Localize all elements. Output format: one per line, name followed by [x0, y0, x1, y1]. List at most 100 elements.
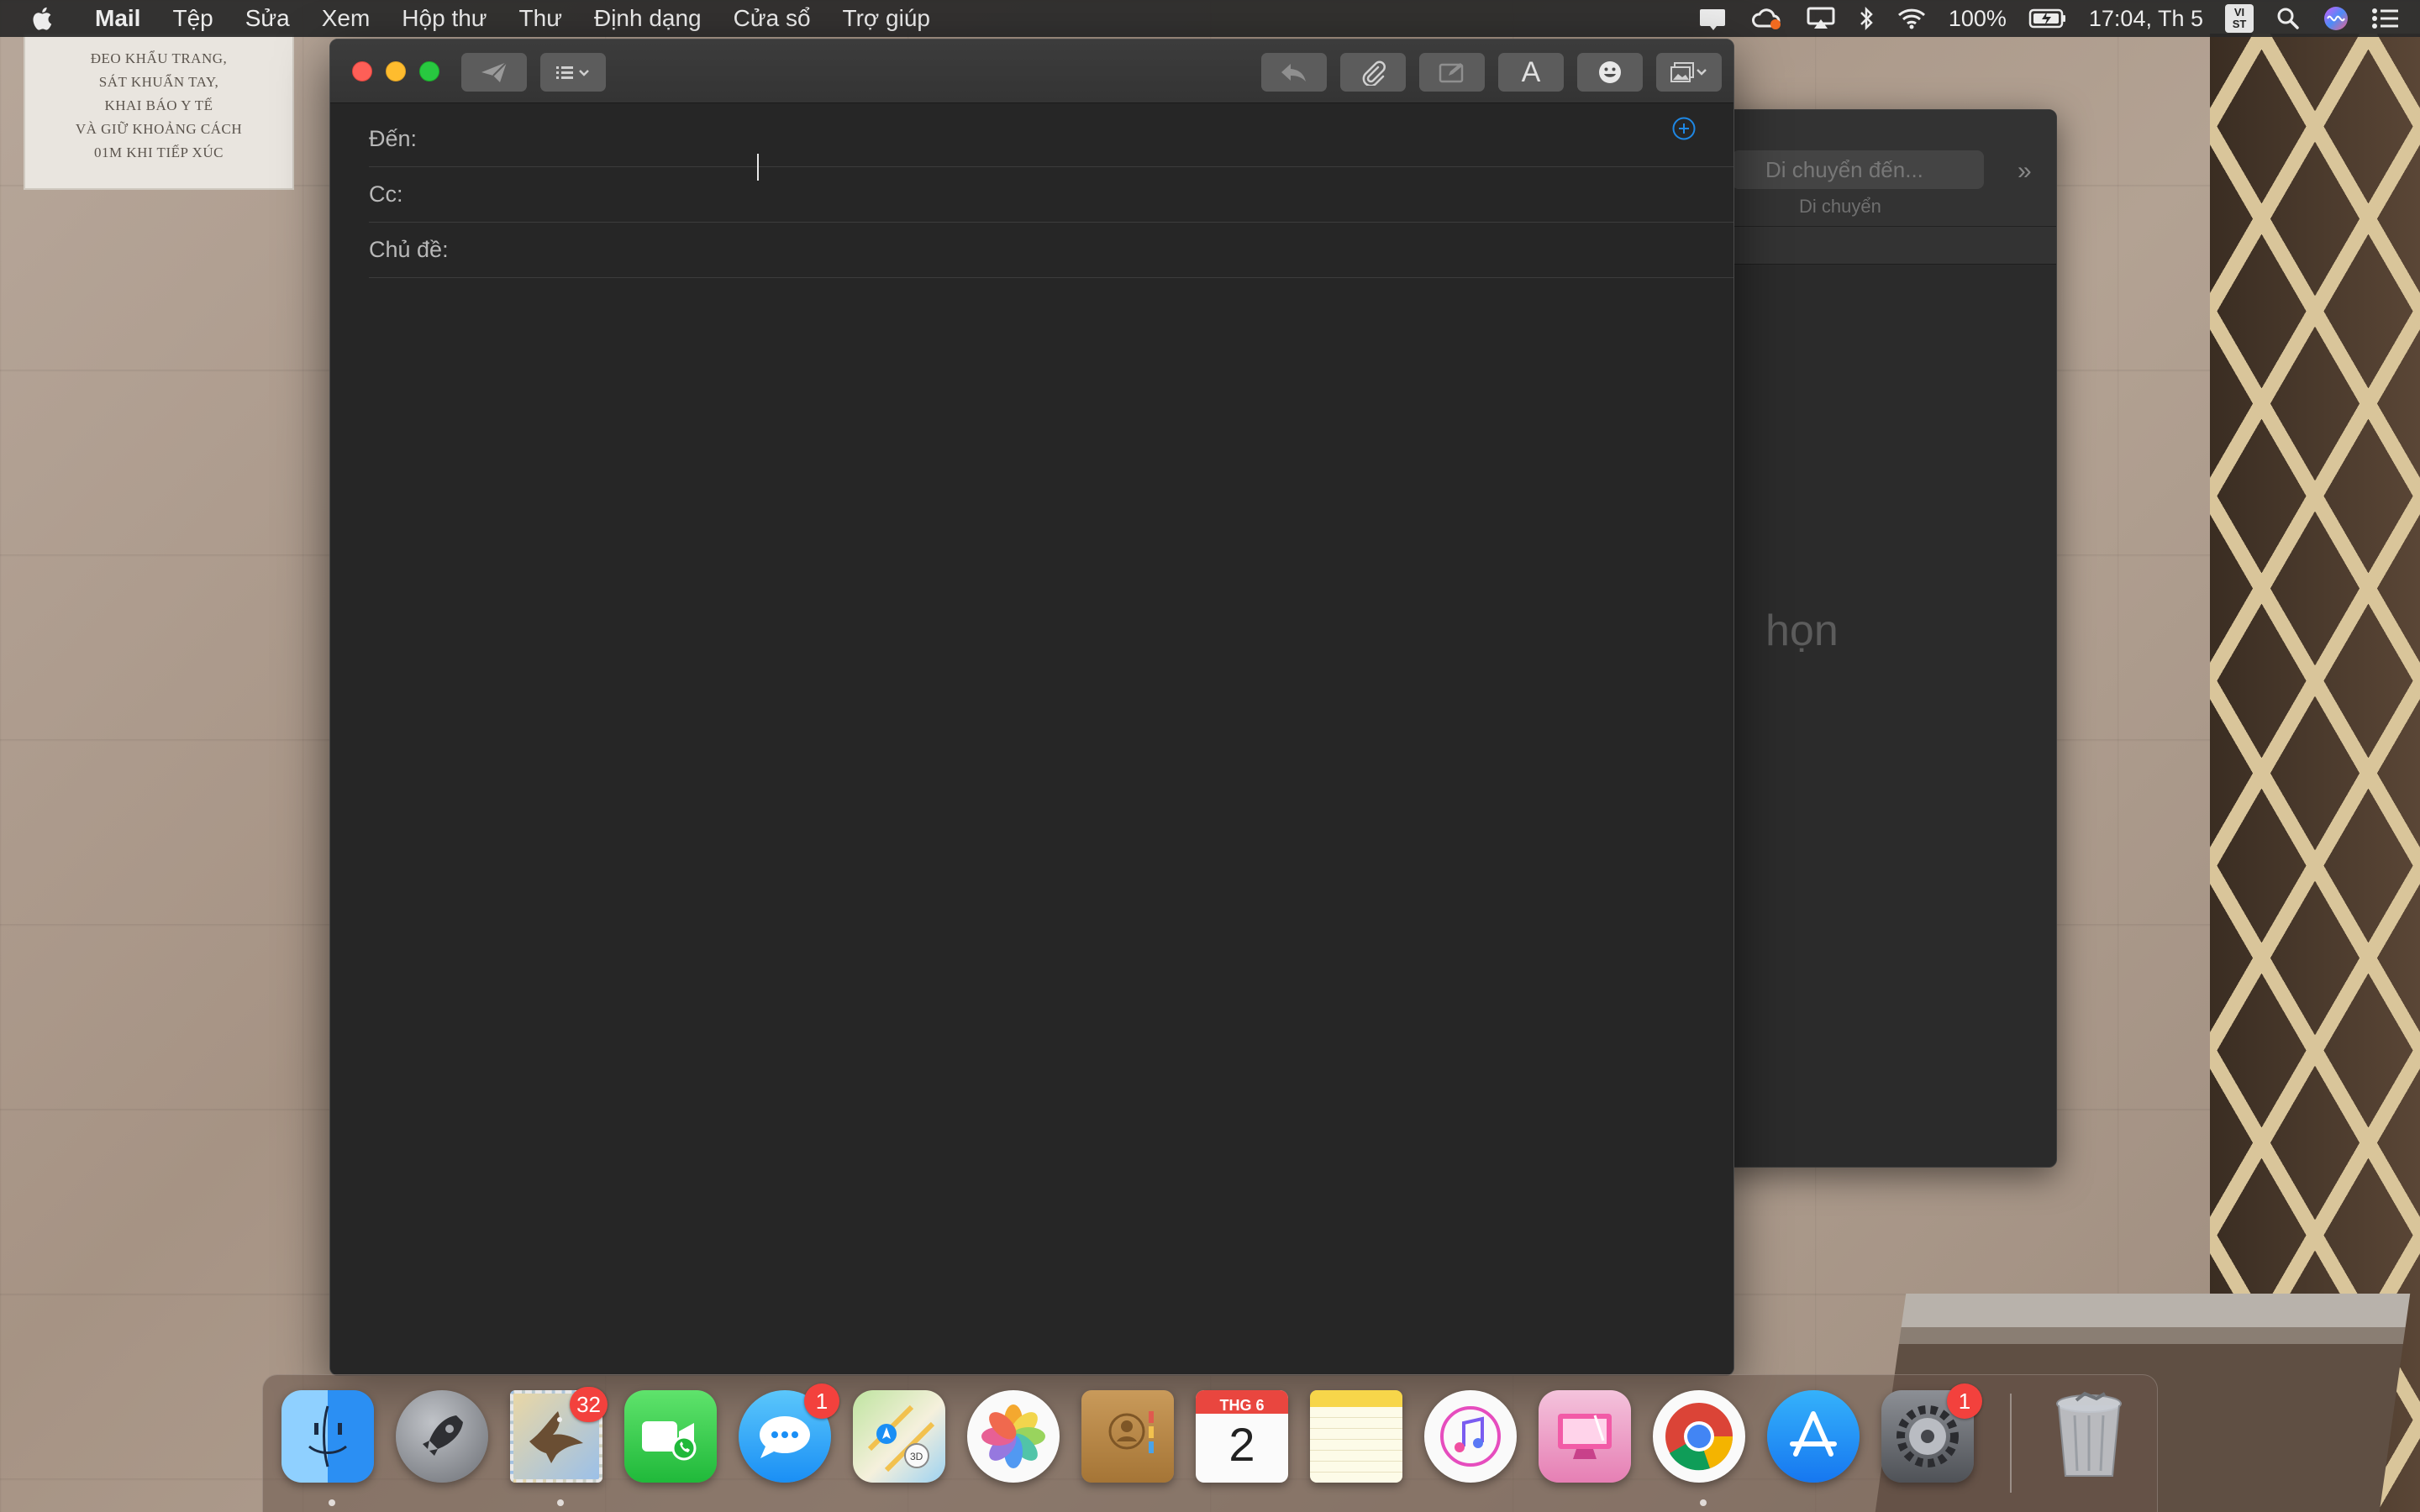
dock-maps-icon[interactable]: 3D — [853, 1390, 945, 1483]
dock-trash-icon[interactable] — [2043, 1390, 2135, 1483]
calendar-day: 2 — [1228, 1418, 1255, 1471]
photo-browser-icon — [1670, 62, 1707, 82]
to-input[interactable] — [417, 118, 1733, 160]
mail-running-indicator — [557, 1499, 564, 1506]
cc-field-row: Cc: — [369, 167, 1733, 223]
reply-arrow-icon — [1281, 64, 1306, 81]
dock-photos-icon[interactable] — [967, 1390, 1060, 1483]
cc-label: Cc: — [369, 181, 403, 207]
dock-app-store-icon[interactable] — [1767, 1390, 1860, 1483]
menu-format[interactable]: Định dạng — [578, 5, 718, 32]
divider — [1715, 226, 2056, 227]
subject-label: Chủ đề: — [369, 237, 449, 262]
emoji-smiley-icon — [1599, 61, 1621, 83]
cleanmymac-monitor-icon — [1558, 1414, 1612, 1459]
reply-button[interactable] — [1261, 53, 1327, 92]
notification-center-icon[interactable] — [2371, 0, 2400, 37]
move-label: Di chuyển — [1799, 196, 1881, 217]
send-button[interactable] — [461, 53, 527, 92]
minimize-window-button[interactable] — [386, 61, 406, 81]
dock-itunes-icon[interactable] — [1424, 1390, 1517, 1483]
subject-input[interactable] — [448, 228, 1733, 271]
airplay-icon[interactable] — [1806, 0, 1836, 37]
dock-launchpad-icon[interactable] — [396, 1390, 488, 1483]
no-message-selected-text: họn — [1765, 606, 1839, 655]
format-font-icon: A — [1521, 55, 1541, 88]
markup-button[interactable] — [1419, 53, 1485, 92]
dock-calendar-icon[interactable]: THG 6 2 — [1196, 1390, 1288, 1483]
dock: 32 1 3D THG 6 2 1 — [262, 1374, 2158, 1512]
menu-app-mail[interactable]: Mail — [79, 5, 156, 32]
notice-line: ĐEO KHẨU TRANG, — [90, 50, 228, 66]
dock-cleanmymac-icon[interactable] — [1539, 1390, 1631, 1483]
markup-icon — [1439, 63, 1464, 83]
toolbar-overflow-chevron-icon[interactable]: » — [2018, 157, 2032, 186]
dock-notes-icon[interactable] — [1310, 1390, 1402, 1483]
map-compass-icon: 3D — [867, 1404, 935, 1473]
chrome-running-indicator — [1700, 1499, 1707, 1506]
mail-viewer-window: Di chuyển đến... Di chuyển » họn — [1714, 109, 2057, 1168]
spotlight-icon[interactable] — [2275, 0, 2301, 37]
viewer-toolbar: Di chuyển đến... Di chuyển » — [1715, 110, 2056, 265]
cloud-sync-icon[interactable] — [1750, 0, 1784, 37]
attach-button[interactable] — [1340, 53, 1406, 92]
dock-system-preferences-icon[interactable]: 1 — [1881, 1383, 1982, 1483]
message-body-editor[interactable] — [330, 308, 1733, 1375]
clock[interactable]: 17:04, Th 5 — [2089, 6, 2203, 32]
battery-percent: 100% — [1948, 5, 2007, 31]
move-to-field[interactable]: Di chuyển đến... — [1732, 150, 1984, 189]
compose-toolbar: A — [330, 39, 1733, 103]
header-fields-button[interactable] — [540, 53, 606, 92]
notification-icon[interactable] — [1698, 0, 1728, 37]
subject-field-row: Chủ đề: — [369, 223, 1733, 278]
new-message-window: A Đến: Cc: Chủ đề: — [329, 39, 1734, 1376]
system-preferences-badge: 1 — [1947, 1383, 1982, 1419]
dock-contacts-icon[interactable] — [1081, 1390, 1174, 1483]
dock-finder-icon[interactable] — [281, 1390, 374, 1483]
menu-window[interactable]: Cửa sổ — [718, 5, 827, 32]
notice-line: VÀ GIỮ KHOẢNG CÁCH — [75, 121, 243, 137]
menu-bar: Mail Tệp Sửa Xem Hộp thư Thư Định dạng C… — [0, 0, 2420, 37]
apple-logo-icon[interactable] — [32, 5, 79, 32]
finder-face-icon — [308, 1405, 347, 1467]
notice-line: SÁT KHUẨN TAY, — [98, 74, 219, 90]
emoji-button[interactable] — [1577, 53, 1643, 92]
cc-input[interactable] — [402, 173, 1733, 216]
dock-mail-icon[interactable]: 32 — [510, 1387, 608, 1483]
input-source-badge[interactable]: VI ST — [2225, 4, 2254, 33]
to-field-row: Đến: — [369, 112, 1733, 167]
photo-browser-button[interactable] — [1656, 53, 1722, 92]
wifi-icon[interactable] — [1897, 0, 1927, 37]
zoom-window-button[interactable] — [419, 61, 439, 81]
add-contact-button[interactable] — [1671, 116, 1697, 141]
chrome-logo-icon — [1665, 1403, 1733, 1471]
to-label: Đến: — [369, 126, 418, 151]
menu-view[interactable]: Xem — [306, 5, 387, 32]
menu-edit[interactable]: Sửa — [229, 5, 306, 32]
rocket-icon — [423, 1415, 463, 1456]
siri-icon[interactable] — [2323, 0, 2349, 37]
mail-unread-badge: 32 — [570, 1387, 608, 1422]
bluetooth-icon[interactable] — [1858, 0, 1875, 37]
menu-help[interactable]: Trợ giúp — [827, 5, 946, 32]
gate-decoration — [2210, 34, 2420, 1512]
music-note-icon — [1440, 1406, 1501, 1467]
status-area: 100% 17:04, Th 5 VI ST — [1698, 0, 2400, 37]
calendar-month: THG 6 — [1219, 1397, 1265, 1414]
menu-file[interactable]: Tệp — [156, 5, 229, 32]
dock-separator — [2010, 1394, 2012, 1493]
dock-messages-icon[interactable]: 1 — [739, 1383, 839, 1483]
dock-facetime-icon[interactable] — [624, 1390, 717, 1483]
format-button[interactable]: A — [1498, 53, 1564, 92]
dock-chrome-icon[interactable] — [1653, 1390, 1745, 1483]
menu-mailbox[interactable]: Hộp thư — [386, 5, 502, 32]
photos-flower-icon — [981, 1404, 1045, 1468]
wall-notice: ĐEO KHẨU TRANG, SÁT KHUẨN TAY, KHAI BÁO … — [24, 34, 294, 190]
add-circle-icon — [1672, 117, 1696, 140]
svg-text:3D: 3D — [910, 1451, 923, 1462]
battery-icon[interactable] — [2028, 0, 2067, 37]
speech-bubble-icon — [760, 1416, 810, 1458]
menu-message[interactable]: Thư — [503, 5, 578, 32]
close-window-button[interactable] — [352, 61, 372, 81]
video-camera-icon — [642, 1421, 697, 1461]
